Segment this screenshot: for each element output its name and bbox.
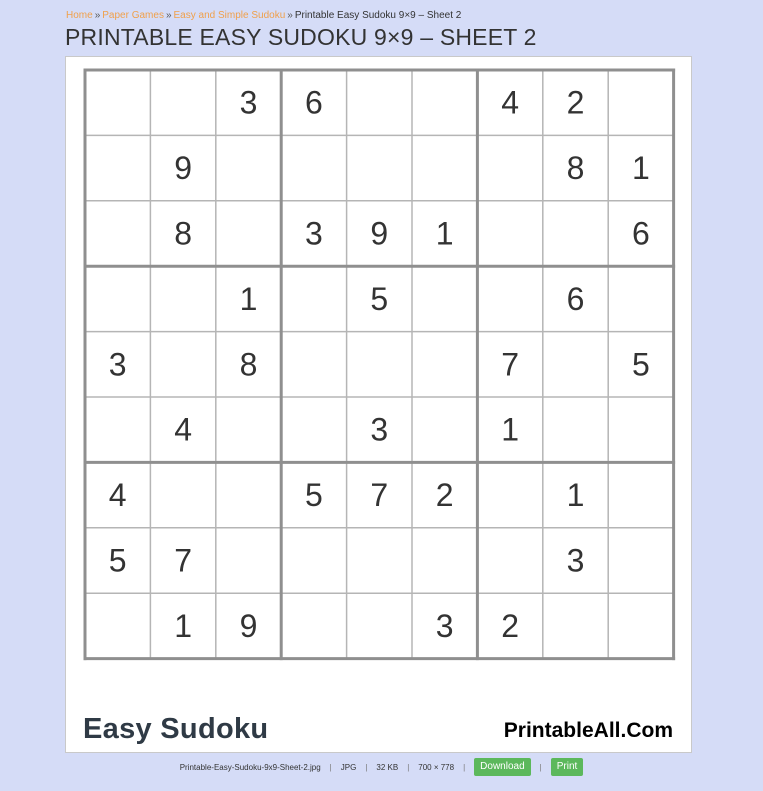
file-info-bar: Printable-Easy-Sudoku-9x9-Sheet-2.jpg | … [0, 758, 763, 776]
sudoku-grid: 3 6 4 2 9 8 1 8 3 9 1 6 1 5 6 3 8 7 5 4 3 1 4 5 7 2 1 5 7 3 1 9 3 2 [83, 68, 676, 661]
sudoku-cell: 1 [436, 216, 454, 252]
breadcrumb-easy-sudoku-link[interactable]: Easy and Simple Sudoku [174, 10, 286, 21]
sudoku-cell: 1 [174, 608, 192, 644]
sudoku-cell: 1 [501, 412, 519, 448]
meta-separator: | [407, 762, 410, 772]
sudoku-cell: 7 [370, 477, 388, 513]
sudoku-image[interactable]: 3 6 4 2 9 8 1 8 3 9 1 6 1 5 6 3 8 7 5 4 3 1 4 5 7 2 1 5 7 3 1 9 3 2 Easy … [65, 56, 692, 753]
sudoku-cell: 8 [174, 216, 192, 252]
sudoku-cell: 6 [632, 216, 650, 252]
meta-separator: | [463, 762, 466, 772]
sudoku-cell: 9 [240, 608, 258, 644]
file-name: Printable-Easy-Sudoku-9x9-Sheet-2.jpg [179, 762, 321, 772]
sudoku-cell: 5 [109, 543, 127, 579]
sudoku-cell: 1 [567, 477, 585, 513]
sudoku-cell: 6 [567, 281, 585, 317]
sudoku-cell: 3 [436, 608, 454, 644]
sudoku-cell: 9 [370, 216, 388, 252]
sudoku-cell: 3 [567, 543, 585, 579]
sudoku-cell: 7 [501, 346, 519, 382]
file-size: 32 KB [376, 762, 399, 772]
sudoku-cell: 3 [109, 346, 127, 382]
sudoku-cell: 4 [109, 477, 127, 513]
breadcrumb-home-link[interactable]: Home [66, 10, 93, 21]
breadcrumb-separator: » [287, 10, 293, 21]
breadcrumb-separator: » [165, 10, 172, 21]
sudoku-footer-brand: PrintableAll.Com [503, 719, 673, 742]
sudoku-cell: 1 [632, 150, 650, 186]
sudoku-cell: 3 [370, 412, 388, 448]
sudoku-cell: 7 [174, 543, 192, 579]
meta-separator: | [539, 762, 542, 772]
sudoku-cell: 4 [501, 85, 519, 121]
sudoku-cell: 5 [370, 281, 388, 317]
sudoku-cell: 9 [174, 150, 192, 186]
print-button[interactable]: Print [550, 758, 584, 776]
file-dimensions: 700 × 778 [418, 762, 455, 772]
sudoku-cell: 2 [436, 477, 454, 513]
sudoku-cell: 4 [174, 412, 192, 448]
sudoku-cell: 8 [240, 346, 258, 382]
file-format: JPG [340, 762, 357, 772]
page-title: PRINTABLE EASY SUDOKU 9×9 – SHEET 2 [65, 24, 537, 50]
sudoku-footer-title: Easy Sudoku [83, 713, 269, 745]
breadcrumb-paper-games-link[interactable]: Paper Games [102, 10, 164, 21]
sudoku-cell: 1 [240, 281, 258, 317]
sudoku-cell: 6 [305, 85, 323, 121]
sudoku-cell: 2 [567, 85, 585, 121]
breadcrumb-current: Printable Easy Sudoku 9×9 – Sheet 2 [294, 10, 462, 21]
sudoku-cell: 5 [632, 346, 650, 382]
breadcrumb: Home» Paper Games» Easy and Simple Sudoku»… [66, 10, 461, 22]
sudoku-cell: 5 [305, 477, 323, 513]
download-button[interactable]: Download [474, 758, 531, 776]
sudoku-cell: 3 [240, 85, 258, 121]
meta-separator: | [329, 762, 332, 772]
sudoku-cell: 8 [567, 150, 585, 186]
sudoku-cell: 2 [501, 608, 519, 644]
meta-separator: | [365, 762, 368, 772]
sudoku-cell: 3 [305, 216, 323, 252]
breadcrumb-separator: » [94, 10, 101, 21]
